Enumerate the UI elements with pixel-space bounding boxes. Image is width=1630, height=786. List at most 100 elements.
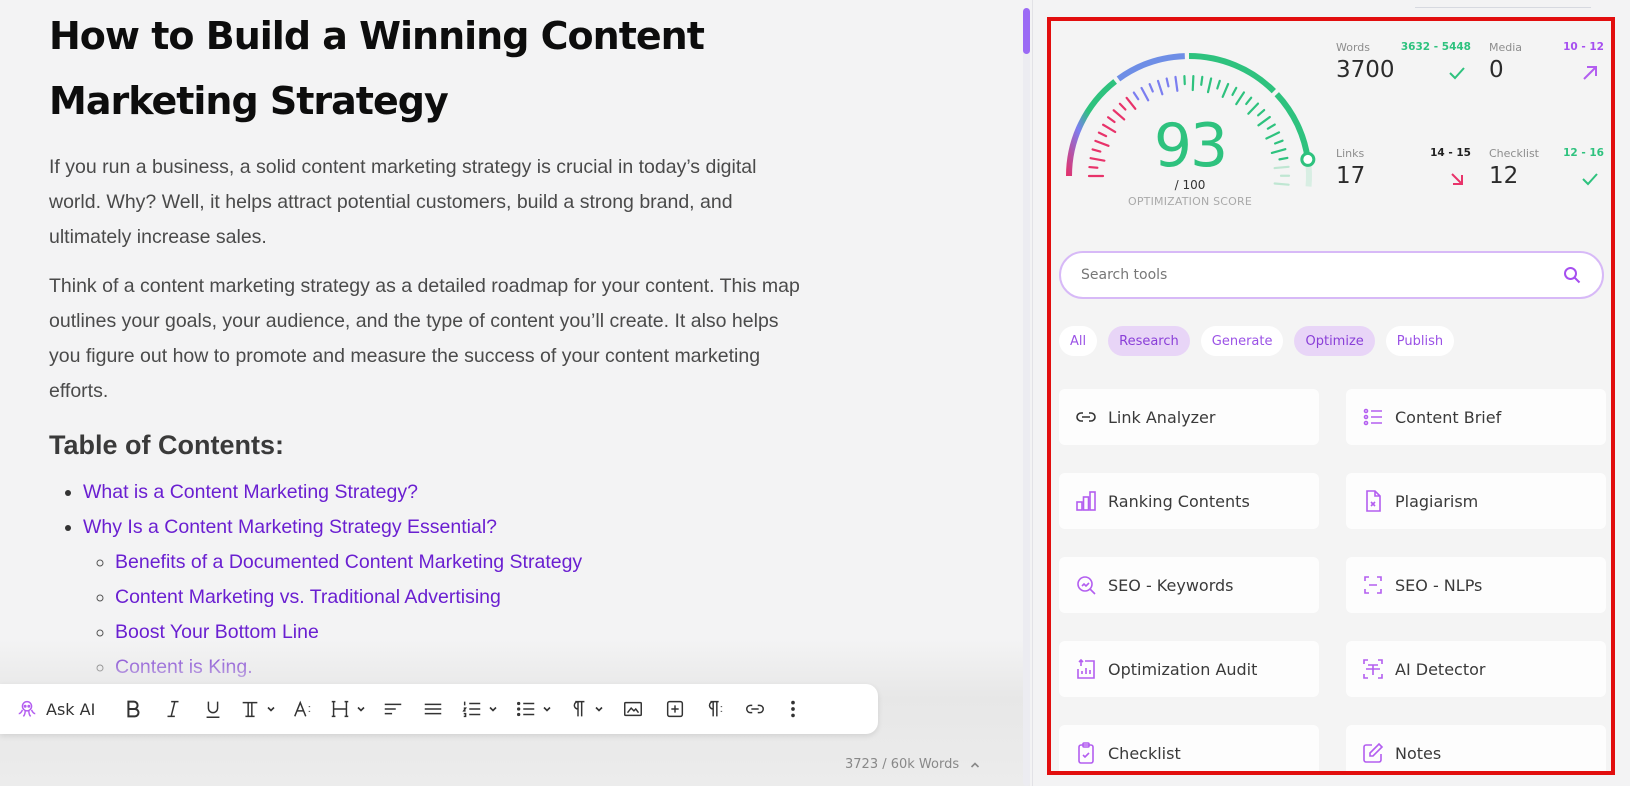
gauge-tick: [1278, 156, 1289, 161]
tool-ranking-contents[interactable]: Ranking Contents: [1059, 473, 1319, 529]
bullet-list-dropdown[interactable]: [507, 694, 561, 724]
tool-seo-keywords[interactable]: SEO - Keywords: [1059, 557, 1319, 613]
paragraph-icon: [573, 700, 585, 717]
gauge-tick: [1174, 75, 1179, 92]
gauge-tick: [1221, 82, 1230, 98]
align-left-button[interactable]: [373, 694, 413, 724]
gauge-arc-segment: [1188, 53, 1276, 94]
article-paragraph[interactable]: If you run a business, a solid content m…: [49, 150, 809, 255]
top-rule: [1415, 7, 1591, 8]
kebab-menu-icon: [791, 700, 796, 718]
toc-sublink[interactable]: Step 2: Get to Know Your Target Audience: [115, 755, 809, 786]
metric-value: 17: [1336, 163, 1366, 189]
audit-icon: [1077, 658, 1095, 679]
metric-media[interactable]: Media 10 - 12 0: [1489, 41, 1604, 101]
gauge-tick: [1191, 74, 1195, 92]
metric-links[interactable]: Links 14 - 15 17: [1336, 147, 1471, 207]
toc-sublink[interactable]: Content is King.: [115, 650, 809, 685]
chevron-down-icon: [543, 706, 551, 712]
toc-sublink[interactable]: Content Marketing vs. Traditional Advert…: [115, 580, 809, 615]
insert-image-button[interactable]: [611, 694, 655, 724]
filter-publish[interactable]: Publish: [1385, 326, 1455, 356]
paragraph-dropdown[interactable]: [561, 694, 611, 724]
search-tools-input[interactable]: [1081, 267, 1562, 283]
font-dropdown[interactable]: [233, 694, 283, 724]
tool-label: SEO - NLPs: [1395, 575, 1483, 595]
toc-link-text[interactable]: Why Is a Content Marketing Strategy Esse…: [83, 516, 497, 538]
tool-ai-detector[interactable]: AI Detector: [1346, 641, 1606, 697]
filter-generate[interactable]: Generate: [1200, 326, 1284, 356]
check-icon: [1582, 173, 1598, 186]
scrollbar-thumb[interactable]: [1023, 8, 1030, 54]
filter-all[interactable]: All: [1059, 326, 1098, 356]
insert-block-button[interactable]: [655, 694, 695, 724]
article-paragraph[interactable]: Think of a content marketing strategy as…: [49, 269, 809, 409]
tool-seo-nlps[interactable]: SEO - NLPs: [1346, 557, 1606, 613]
align-justify-icon: [425, 703, 442, 715]
toc-link[interactable]: What is a Content Marketing Strategy?: [83, 475, 809, 510]
chevron-down-icon: [267, 706, 275, 712]
gauge-knob: [1300, 151, 1316, 167]
paragraph-format-button[interactable]: [695, 694, 735, 724]
filter-research[interactable]: Research: [1108, 326, 1190, 356]
gauge-tick: [1273, 139, 1284, 145]
bullet-list-icon: [517, 701, 535, 717]
metric-value: 12: [1489, 163, 1519, 189]
plus-square-icon: [667, 700, 684, 718]
search-icon[interactable]: [1562, 265, 1582, 285]
italic-button[interactable]: [153, 694, 193, 724]
filter-optimize[interactable]: Optimize: [1294, 326, 1375, 356]
metric-range: 12 - 16: [1563, 147, 1604, 159]
toc-link[interactable]: Why Is a Content Marketing Strategy Esse…: [83, 510, 809, 786]
scrollbar-track[interactable]: [1023, 8, 1030, 786]
tool-optimization-audit[interactable]: Optimization Audit: [1059, 641, 1319, 697]
toc-sublink[interactable]: Benefits of a Documented Content Marketi…: [115, 545, 809, 580]
check-icon: [1449, 67, 1465, 80]
chevron-down-icon: [489, 706, 497, 712]
optimization-panel: 93 / 100 OPTIMIZATION SCORE Words 3632 -…: [1047, 17, 1615, 775]
align-justify-button[interactable]: [413, 694, 453, 724]
underline-button[interactable]: [193, 694, 233, 724]
metric-range: 14 - 15: [1430, 147, 1471, 159]
gauge-tick: [1140, 86, 1150, 102]
align-left-icon: [385, 703, 402, 715]
pilcrow-icon: [709, 700, 723, 717]
gauge-tick: [1165, 77, 1170, 88]
tools-grid: Link Analyzer Content Brief Ranking Cont…: [1059, 389, 1606, 771]
numbered-list-dropdown[interactable]: [453, 694, 507, 724]
metric-words[interactable]: Words 3632 - 5448 3700: [1336, 41, 1471, 101]
font-size-button[interactable]: [283, 694, 323, 724]
gauge-tick: [1156, 79, 1164, 96]
chevron-up-icon: [971, 761, 980, 768]
tool-label: Optimization Audit: [1108, 659, 1258, 679]
bold-button[interactable]: [113, 694, 153, 724]
tool-checklist[interactable]: Checklist: [1059, 725, 1319, 771]
heading-dropdown[interactable]: [323, 694, 373, 724]
formatting-toolbar: Ask AI: [0, 684, 878, 734]
octopus-icon: [18, 700, 36, 717]
panel-divider: [1032, 0, 1033, 786]
tool-label: Plagiarism: [1395, 491, 1479, 511]
gauge-tick: [1132, 91, 1140, 101]
gauge-tick: [1125, 96, 1137, 110]
article-title[interactable]: How to Build a Winning Content Marketing…: [49, 4, 809, 134]
toc-heading[interactable]: Table of Contents:: [49, 427, 809, 463]
link-button[interactable]: [735, 694, 775, 724]
gauge-tick: [1091, 148, 1102, 153]
numbered-list-icon: [462, 701, 481, 718]
ask-ai-button[interactable]: Ask AI: [16, 694, 95, 724]
gauge-tick: [1200, 75, 1204, 86]
gauge-tick: [1247, 102, 1260, 115]
tool-content-brief[interactable]: Content Brief: [1346, 389, 1606, 445]
score-max: / 100: [1174, 178, 1206, 192]
metric-checklist[interactable]: Checklist 12 - 16 12: [1489, 147, 1604, 207]
tool-plagiarism[interactable]: Plagiarism: [1346, 473, 1606, 529]
toc-sublink[interactable]: Boost Your Bottom Line: [115, 615, 809, 650]
article: How to Build a Winning Content Marketing…: [49, 0, 809, 786]
tool-notes[interactable]: Notes: [1346, 725, 1606, 771]
tool-link-analyzer[interactable]: Link Analyzer: [1059, 389, 1319, 445]
gauge-tick: [1245, 96, 1253, 106]
font-size-icon: [294, 700, 311, 717]
word-count-toggle[interactable]: 3723 / 60k Words: [845, 757, 981, 772]
more-options-button[interactable]: [775, 694, 811, 724]
